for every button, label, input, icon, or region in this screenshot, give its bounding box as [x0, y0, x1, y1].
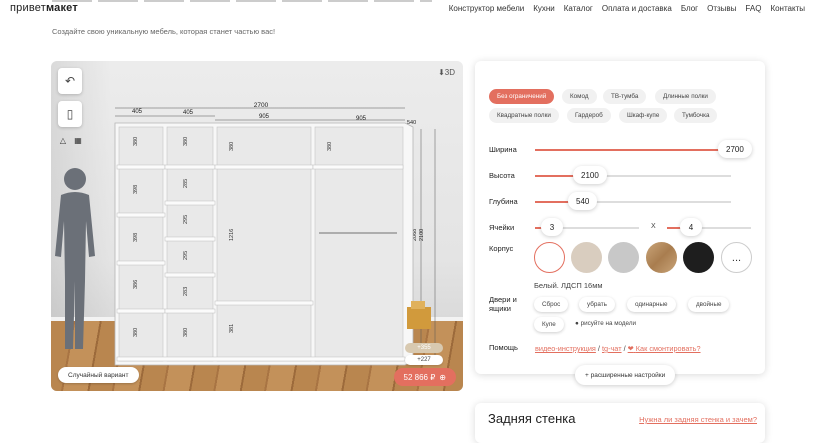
preset-wardrobe[interactable]: Гардероб: [567, 108, 611, 123]
svg-text:398: 398: [133, 185, 139, 194]
settings-panel: Без ограничений Комод ТВ-тумба Длинные п…: [475, 61, 765, 385]
nav-item-faq[interactable]: FAQ: [745, 4, 761, 13]
dim-col2: 405: [183, 110, 194, 116]
addon-price-b[interactable]: +227: [405, 355, 443, 365]
back-wall-help-link[interactable]: Нужна ли задняя стенка и зачем?: [639, 415, 757, 424]
doors-reset[interactable]: Сброс: [534, 297, 569, 312]
width-value[interactable]: 2700: [718, 140, 752, 158]
color-swatch-grey[interactable]: [608, 242, 639, 273]
price-value: 52 866 ₽: [403, 372, 436, 382]
svg-text:380: 380: [183, 328, 189, 337]
nav-item-reviews[interactable]: Отзывы: [707, 4, 736, 13]
wardrobe-model[interactable]: 2700 405 405 905 905 540 2068 2100 380 3…: [51, 61, 463, 391]
svg-text:283: 283: [183, 287, 189, 296]
video-instruction-link[interactable]: видео-инструкция: [535, 344, 596, 353]
svg-text:285: 285: [183, 179, 189, 188]
svg-text:295: 295: [183, 251, 189, 260]
nav-item-payment[interactable]: Оплата и доставка: [602, 4, 672, 13]
preset-long-shelves[interactable]: Длинные полки: [655, 89, 716, 104]
color-swatch-wood[interactable]: [646, 242, 677, 273]
download-icon: ⬇: [438, 68, 445, 77]
svg-text:380: 380: [229, 142, 235, 151]
cells-y-value[interactable]: 4: [680, 218, 702, 236]
how-to-assemble-link[interactable]: ❤ Как смонтировать?: [628, 344, 701, 353]
svg-text:381: 381: [229, 324, 235, 333]
nav-item-constructor[interactable]: Конструктор мебели: [449, 4, 525, 13]
help-links: видео-инструкция / tg-чат / ❤ Как смонти…: [535, 344, 701, 353]
doors-hint: ● рисуйте на модели: [575, 320, 637, 327]
dimension-toggle-icon[interactable]: △: [58, 135, 68, 145]
cells-separator: X: [651, 223, 656, 230]
svg-text:380: 380: [183, 137, 189, 146]
page-title-clipped: [52, 0, 432, 2]
svg-text:1216: 1216: [229, 229, 235, 241]
cart-icon: ⊕: [439, 372, 446, 382]
preset-square-shelves[interactable]: Квадратные полки: [489, 108, 559, 123]
tg-chat-link[interactable]: tg-чат: [602, 344, 622, 353]
svg-text:380: 380: [327, 142, 333, 151]
doors-label: Двери и ящики: [489, 295, 517, 313]
nav-item-contacts[interactable]: Контакты: [770, 4, 805, 13]
cells-y-fill: [667, 227, 681, 229]
top-nav: приветмакет Конструктор мебели Кухни Кат…: [0, 0, 815, 18]
width-label: Ширина: [489, 145, 517, 154]
nav-item-blog[interactable]: Блог: [681, 4, 698, 13]
preset-unlimited[interactable]: Без ограничений: [489, 89, 555, 104]
svg-text:295: 295: [183, 215, 189, 224]
depth-value[interactable]: 540: [568, 192, 598, 210]
cells-label: Ячейки: [489, 223, 515, 232]
depth-label: Глубина: [489, 197, 518, 206]
body-label: Корпус: [489, 244, 514, 253]
dim-col4: 905: [356, 116, 367, 122]
more-colors-button[interactable]: ...: [721, 242, 752, 273]
color-swatch-beige[interactable]: [571, 242, 602, 273]
doors-remove[interactable]: убрать: [579, 297, 615, 312]
page-subtitle: Создайте свою уникальную мебель, которая…: [52, 27, 276, 36]
heart-icon: ❤: [627, 344, 634, 353]
width-fill: [535, 149, 735, 151]
view-3d-toggle[interactable]: ⬇3D: [438, 68, 455, 77]
dim-total-width: 2700: [254, 102, 269, 109]
preset-sliding-wardrobe[interactable]: Шкаф-купе: [619, 108, 668, 123]
doors-double[interactable]: двойные: [688, 297, 730, 312]
back-wall-panel: Задняя стенка Нужна ли задняя стенка и з…: [475, 403, 765, 443]
svg-text:380: 380: [133, 328, 139, 337]
random-variant-button[interactable]: Случайный вариант: [58, 367, 139, 383]
texture-toggle-icon[interactable]: ▦: [73, 135, 83, 145]
logo[interactable]: приветмакет: [10, 2, 78, 14]
doors-sliding[interactable]: Купе: [534, 317, 564, 332]
nav-item-kitchens[interactable]: Кухни: [533, 4, 555, 13]
doors-single[interactable]: одинарные: [627, 297, 676, 312]
help-label: Помощь: [489, 343, 518, 352]
back-wall-title: Задняя стенка: [488, 411, 576, 426]
furniture-3d-view[interactable]: 2700 405 405 905 905 540 2068 2100 380 3…: [51, 61, 463, 391]
color-swatch-black[interactable]: [683, 242, 714, 273]
height-value[interactable]: 2100: [573, 166, 607, 184]
color-swatch-white[interactable]: [534, 242, 565, 273]
svg-text:380: 380: [133, 137, 139, 146]
advanced-settings-button[interactable]: + расширенные настройки: [575, 365, 676, 385]
cells-x-value[interactable]: 3: [541, 218, 563, 236]
svg-text:386: 386: [133, 280, 139, 289]
price-button[interactable]: 52 866 ₽ ⊕: [393, 368, 456, 386]
preset-tv-stand[interactable]: ТВ-тумба: [603, 89, 647, 104]
dim-height-outer: 2100: [419, 229, 425, 241]
dim-col1: 405: [132, 109, 143, 115]
svg-text:398: 398: [133, 233, 139, 242]
preset-nightstand[interactable]: Тумбочка: [674, 108, 718, 123]
door-toggle-button[interactable]: ▯: [58, 101, 82, 127]
addon-price-a[interactable]: +355: [405, 343, 443, 353]
nav-item-catalog[interactable]: Каталог: [564, 4, 593, 13]
height-label: Высота: [489, 171, 515, 180]
preset-dresser[interactable]: Комод: [562, 89, 597, 104]
undo-button[interactable]: ↶: [58, 68, 82, 94]
main-menu: Конструктор мебели Кухни Каталог Оплата …: [449, 4, 805, 13]
body-material-caption: Белый. ЛДСП 16мм: [534, 281, 603, 290]
dim-col3: 905: [259, 114, 270, 120]
info-icon: ●: [575, 320, 579, 327]
